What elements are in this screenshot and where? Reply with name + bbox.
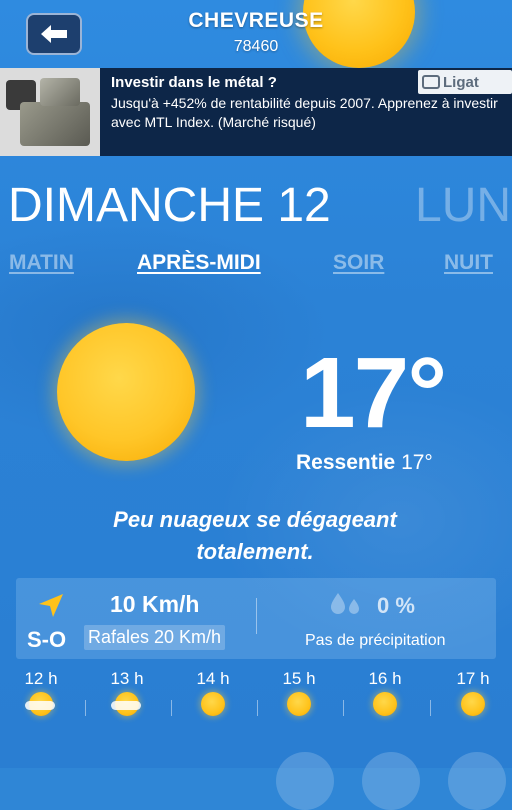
- precipitation-label: Pas de précipitation: [305, 632, 446, 649]
- ad-brand-name: Ligat: [443, 73, 479, 91]
- bottom-action-button[interactable]: [448, 752, 506, 810]
- day-selector[interactable]: DIMANCHE 12 LUN: [0, 178, 512, 234]
- day-active[interactable]: DIMANCHE 12: [8, 178, 331, 233]
- sun-cloud-icon: [25, 692, 55, 716]
- ad-brand-logo[interactable]: Ligat: [418, 70, 512, 94]
- sun-icon: [373, 692, 397, 716]
- hour-divider: [430, 700, 431, 716]
- hour-label: 16 h: [368, 669, 402, 688]
- hour-label: 13 h: [110, 669, 144, 688]
- hour-label: 15 h: [282, 669, 316, 688]
- hour-divider: [171, 700, 172, 716]
- sun-icon: [57, 323, 195, 461]
- wind-direction-arrow-icon: [39, 594, 63, 617]
- hour-divider: [343, 700, 344, 716]
- hour-label: 14 h: [196, 669, 230, 688]
- sun-cloud-icon: [111, 692, 141, 716]
- ad-image: [0, 68, 100, 156]
- sun-icon: [461, 692, 485, 716]
- hour-label: 12 h: [24, 669, 58, 688]
- bottom-action-button[interactable]: [362, 752, 420, 810]
- sun-icon: [201, 692, 225, 716]
- hour-divider: [257, 700, 258, 716]
- tab-soir[interactable]: SOIR: [333, 251, 384, 275]
- tab-matin[interactable]: MATIN: [9, 251, 74, 275]
- wind-gusts: Rafales 20 Km/h: [84, 625, 226, 650]
- precipitation-value: 0 %: [377, 593, 415, 618]
- raindrops-icon: [331, 593, 359, 614]
- wind-speed: 10 Km/h: [110, 591, 200, 617]
- hour-label: 17 h: [456, 669, 490, 688]
- bottom-action-button[interactable]: [276, 752, 334, 810]
- feels-like: Ressentie 17°: [296, 451, 433, 475]
- header: CHEVREUSE 78460: [0, 0, 512, 68]
- postal-code: 78460: [233, 38, 279, 55]
- tab-nuit[interactable]: NUIT: [444, 251, 493, 275]
- wind-direction: S-O: [27, 627, 67, 652]
- weather-description: Peu nuageux se dégageant totalement.: [113, 507, 397, 564]
- feels-like-label: Ressentie: [296, 451, 396, 474]
- city-name: CHEVREUSE: [188, 9, 324, 32]
- feels-like-value: 17°: [401, 451, 433, 474]
- day-next[interactable]: LUN: [415, 178, 511, 233]
- ad-brand-icon: [422, 75, 440, 89]
- ad-title: Investir dans le métal ?: [111, 74, 277, 91]
- ad-text: Jusqu'à +452% de rentabilité depuis 2007…: [111, 95, 498, 130]
- current-temperature: 17°: [300, 337, 447, 449]
- sun-icon: [287, 692, 311, 716]
- ad-banner[interactable]: Investir dans le métal ? Jusqu'à +452% d…: [0, 68, 512, 156]
- panel-divider: [256, 598, 257, 634]
- hour-divider: [85, 700, 86, 716]
- tab-apres-midi[interactable]: APRÈS-MIDI: [137, 251, 261, 275]
